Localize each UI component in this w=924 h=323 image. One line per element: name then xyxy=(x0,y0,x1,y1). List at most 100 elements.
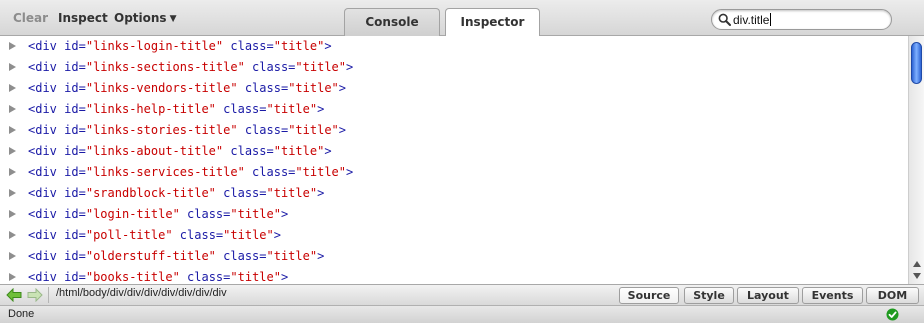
expand-triangle-icon[interactable] xyxy=(9,126,16,134)
attr-quote: " xyxy=(215,39,224,53)
tag-name: div xyxy=(35,228,57,242)
tag-name: div xyxy=(35,207,57,221)
dom-tree-row[interactable]: <div id="links-services-title" class="ti… xyxy=(0,162,908,183)
attr-quote: " xyxy=(295,165,303,179)
attr-name: class= xyxy=(230,144,274,158)
attr-value-id: links-help-title xyxy=(93,102,209,116)
expand-triangle-icon[interactable] xyxy=(9,231,16,239)
dom-tree-row[interactable]: <div id="books-title" class="title"> xyxy=(0,267,908,284)
checkmark-icon xyxy=(886,308,899,321)
tag-name: div xyxy=(35,123,57,137)
element-markup: <div id="books-title" class="title"> xyxy=(28,267,288,284)
panel-button-dom[interactable]: DOM xyxy=(866,287,919,304)
tag-close: > xyxy=(317,102,325,116)
tag-name: div xyxy=(35,102,57,116)
scroll-down-arrow-icon[interactable] xyxy=(913,273,921,279)
attr-quote: " xyxy=(230,123,238,137)
tag-close: > xyxy=(324,144,332,158)
attr-quote: " xyxy=(172,207,180,221)
dom-tree-row[interactable]: <div id="links-about-title" class="title… xyxy=(0,141,908,162)
attr-name: id= xyxy=(64,228,86,242)
attr-value-id: books-title xyxy=(93,270,173,284)
dom-tree-row[interactable]: <div id="srandblock-title" class="title"… xyxy=(0,183,908,204)
expand-triangle-icon[interactable] xyxy=(9,168,16,176)
attr-quote: " xyxy=(309,186,318,200)
tab-console[interactable]: Console xyxy=(344,8,440,36)
tag-close: > xyxy=(338,123,347,137)
element-markup: <div id="srandblock-title" class="title"… xyxy=(28,183,324,204)
attr-quote: " xyxy=(230,81,238,95)
back-arrow-icon[interactable] xyxy=(6,288,22,302)
element-markup: <div id="links-services-title" class="ti… xyxy=(28,162,353,183)
options-menu-button[interactable]: Options ▼ xyxy=(114,11,177,25)
attr-quote: " xyxy=(309,102,318,116)
attr-quote: " xyxy=(273,270,281,284)
forward-arrow-icon[interactable] xyxy=(27,288,43,302)
expand-triangle-icon[interactable] xyxy=(9,84,16,92)
attr-quote: " xyxy=(237,165,245,179)
attr-quote: " xyxy=(273,207,281,221)
dom-tree-row[interactable]: <div id="links-vendors-title" class="tit… xyxy=(0,78,908,99)
attr-quote: " xyxy=(208,102,216,116)
search-input[interactable]: div.title xyxy=(733,13,772,27)
status-bar: Done xyxy=(0,305,924,323)
expand-triangle-icon[interactable] xyxy=(9,63,16,71)
search-field[interactable]: div.title xyxy=(711,9,892,30)
dom-path-breadcrumb[interactable]: /html/body/div/div/div/div/div/div/div xyxy=(56,287,227,299)
dom-tree-row[interactable]: <div id="links-help-title" class="title"… xyxy=(0,99,908,120)
tag-close: > xyxy=(273,228,281,242)
attr-value-class: title xyxy=(302,165,339,179)
attr-name: class= xyxy=(252,165,296,179)
attr-value-class: title xyxy=(273,186,310,200)
status-text: Done xyxy=(8,308,35,320)
vertical-scrollbar[interactable] xyxy=(908,36,924,284)
attr-value-id: links-stories-title xyxy=(93,123,231,137)
panel-button-style[interactable]: Style xyxy=(684,287,734,304)
attr-quote: " xyxy=(165,228,173,242)
attr-value-class: title xyxy=(230,228,267,242)
dom-tree-row[interactable]: <div id="links-stories-title" class="tit… xyxy=(0,120,908,141)
expand-triangle-icon[interactable] xyxy=(9,273,16,281)
dom-tree-row[interactable]: <div id="olderstuff-title" class="title"… xyxy=(0,246,908,267)
tag-name: div xyxy=(35,60,57,74)
tag-name: div xyxy=(35,144,57,158)
attr-name: class= xyxy=(230,39,274,53)
dom-tree-row[interactable]: <div id="links-sections-title" class="ti… xyxy=(0,57,908,78)
attr-value-class: title xyxy=(237,207,274,221)
expand-triangle-icon[interactable] xyxy=(9,210,16,218)
scroll-up-arrow-icon[interactable] xyxy=(913,261,921,267)
element-markup: <div id="links-about-title" class="title… xyxy=(28,141,332,162)
attr-quote: " xyxy=(85,228,94,242)
attr-name: id= xyxy=(64,123,86,137)
expand-triangle-icon[interactable] xyxy=(9,252,16,260)
attr-quote: " xyxy=(208,186,216,200)
dom-tree-row[interactable]: <div id="poll-title" class="title"> xyxy=(0,225,908,246)
panel-button-source[interactable]: Source xyxy=(619,287,679,304)
tag-name: div xyxy=(35,270,57,284)
tab-inspector[interactable]: Inspector xyxy=(445,8,540,37)
expand-triangle-icon[interactable] xyxy=(9,147,16,155)
dom-tree-row[interactable]: <div id="links-login-title" class="title… xyxy=(0,36,908,57)
attr-quote: " xyxy=(331,81,339,95)
divider xyxy=(48,287,49,303)
tag-name: div xyxy=(35,186,57,200)
inspect-button[interactable]: Inspect xyxy=(58,11,108,25)
attr-name: id= xyxy=(64,102,86,116)
tag-close: > xyxy=(317,186,325,200)
panel-button-layout[interactable]: Layout xyxy=(737,287,799,304)
attr-name: class= xyxy=(187,207,231,221)
scrollbar-thumb[interactable] xyxy=(911,42,922,84)
clear-button[interactable]: Clear xyxy=(13,11,48,25)
tag-close: > xyxy=(346,60,354,74)
attr-name: class= xyxy=(244,123,289,137)
attr-value-id: srandblock-title xyxy=(93,186,209,200)
text-cursor xyxy=(770,13,772,26)
panel-button-events[interactable]: Events xyxy=(802,287,863,304)
expand-triangle-icon[interactable] xyxy=(9,105,16,113)
attr-name: class= xyxy=(187,270,231,284)
expand-triangle-icon[interactable] xyxy=(9,42,16,50)
attr-quote: " xyxy=(273,39,281,53)
attr-name: class= xyxy=(179,228,224,242)
expand-triangle-icon[interactable] xyxy=(9,189,16,197)
dom-tree-row[interactable]: <div id="login-title" class="title"> xyxy=(0,204,908,225)
